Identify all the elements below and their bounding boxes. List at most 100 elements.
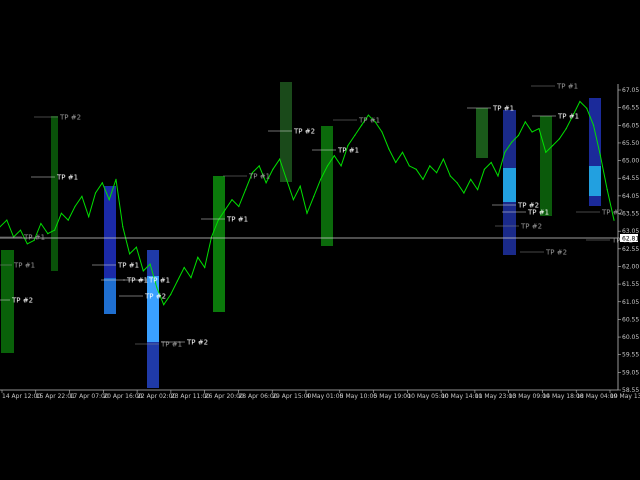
price-point <box>231 199 233 201</box>
price-point <box>313 195 315 197</box>
tp-label: TP #2 <box>186 339 208 347</box>
price-point <box>477 189 479 191</box>
price-point <box>483 168 485 170</box>
y-tick-label: 60.55 <box>622 316 639 323</box>
price-point <box>333 155 335 157</box>
price-point <box>204 266 206 269</box>
price-point <box>422 178 424 180</box>
tp-zone <box>503 168 516 202</box>
y-tick-label: 59.05 <box>622 369 639 376</box>
price-point <box>306 212 308 214</box>
price-point <box>361 124 363 126</box>
tp-label: TP #1 <box>13 262 35 270</box>
tp-zone <box>476 108 488 158</box>
price-point <box>449 175 451 177</box>
tp-label: TP #1 <box>337 147 359 155</box>
y-tick-label: 64.05 <box>622 193 639 200</box>
price-point <box>470 178 472 180</box>
tp-zone <box>147 276 159 342</box>
price-point <box>401 151 404 153</box>
price-point <box>497 175 499 177</box>
price-point <box>552 145 554 147</box>
price-point <box>504 151 506 153</box>
y-tick-label: 64.55 <box>622 175 639 182</box>
price-point <box>429 165 431 167</box>
tp-label: TP #2 <box>601 209 623 217</box>
x-tick-label: 5 May 10:00 <box>340 393 378 400</box>
price-point <box>490 161 492 164</box>
price-chart: TP #2TP #1TP #1TP #1TP #2TP #1TP #1TP #2… <box>0 82 640 400</box>
x-tick-label: 5 May 19:00 <box>374 393 412 400</box>
price-point <box>129 253 131 255</box>
tp-label: TP #1 <box>226 216 248 224</box>
price-point <box>190 277 192 279</box>
tp-zone <box>589 166 601 196</box>
price-point <box>142 270 144 272</box>
y-tick-label: 59.55 <box>622 352 639 359</box>
price-point <box>565 128 567 130</box>
price-point <box>388 148 390 150</box>
tp-label: TP #1 <box>148 277 170 285</box>
y-tick-label: 61.55 <box>622 281 639 288</box>
price-point <box>258 165 260 167</box>
price-point <box>279 158 281 160</box>
price-point <box>170 294 172 296</box>
price-point <box>19 229 22 231</box>
y-tick-label: 65.00 <box>622 158 639 165</box>
y-tick-label: 63.55 <box>622 211 639 218</box>
tp-zone <box>321 126 333 246</box>
tp-label: TP #1 <box>117 262 139 270</box>
y-tick-label: 62.55 <box>622 246 639 253</box>
price-point <box>592 124 595 126</box>
price-point <box>320 178 322 180</box>
price-point <box>442 158 444 160</box>
price-point <box>381 131 383 133</box>
price-point <box>238 205 240 208</box>
price-point <box>354 134 356 136</box>
y-tick-label: 65.50 <box>622 140 639 147</box>
price-point <box>436 172 438 174</box>
price-point <box>613 219 615 221</box>
tp-label: TP #2 <box>293 128 315 136</box>
price-point <box>395 161 397 164</box>
y-tick-label: 66.55 <box>622 105 639 112</box>
price-point <box>81 195 83 197</box>
x-tick-label: 4 May 01:00 <box>306 393 344 400</box>
tp-label: TP #1 <box>358 117 380 125</box>
price-point <box>415 168 417 170</box>
price-point <box>531 131 533 133</box>
price-point <box>511 141 513 143</box>
price-point <box>285 178 288 180</box>
price-point <box>67 219 69 221</box>
price-point <box>599 155 602 157</box>
x-tick-label: 19 May 13:00 <box>610 393 640 400</box>
price-point <box>524 121 526 123</box>
y-tick-label: 62.00 <box>622 263 639 270</box>
price-point <box>54 229 56 231</box>
tp-label: TP #1 <box>492 105 514 113</box>
y-tick-label: 61.05 <box>622 299 639 306</box>
price-point <box>517 134 520 136</box>
current-price-label: 62.81 <box>622 236 639 243</box>
price-point <box>176 280 178 282</box>
tp-zone <box>540 116 552 216</box>
price-point <box>299 185 301 187</box>
price-point <box>115 178 117 180</box>
price-point <box>122 226 124 228</box>
price-point <box>340 165 342 167</box>
tp-label: TP #2 <box>59 114 81 122</box>
price-point <box>408 165 410 167</box>
price-point <box>586 107 588 109</box>
tp-zone <box>280 82 292 182</box>
price-point <box>197 256 199 258</box>
price-point <box>163 304 165 306</box>
tp-zone <box>213 176 225 312</box>
price-point <box>538 128 540 130</box>
y-tick-label: 67.05 <box>622 87 639 94</box>
price-point <box>101 182 103 184</box>
y-tick-label: 60.05 <box>622 334 639 341</box>
tp-label: TP #1 <box>126 277 148 285</box>
price-point <box>74 205 76 208</box>
price-point <box>94 192 97 194</box>
tp-annotations: TP #2TP #1TP #1TP #1TP #2TP #1TP #1TP #2… <box>0 83 633 349</box>
